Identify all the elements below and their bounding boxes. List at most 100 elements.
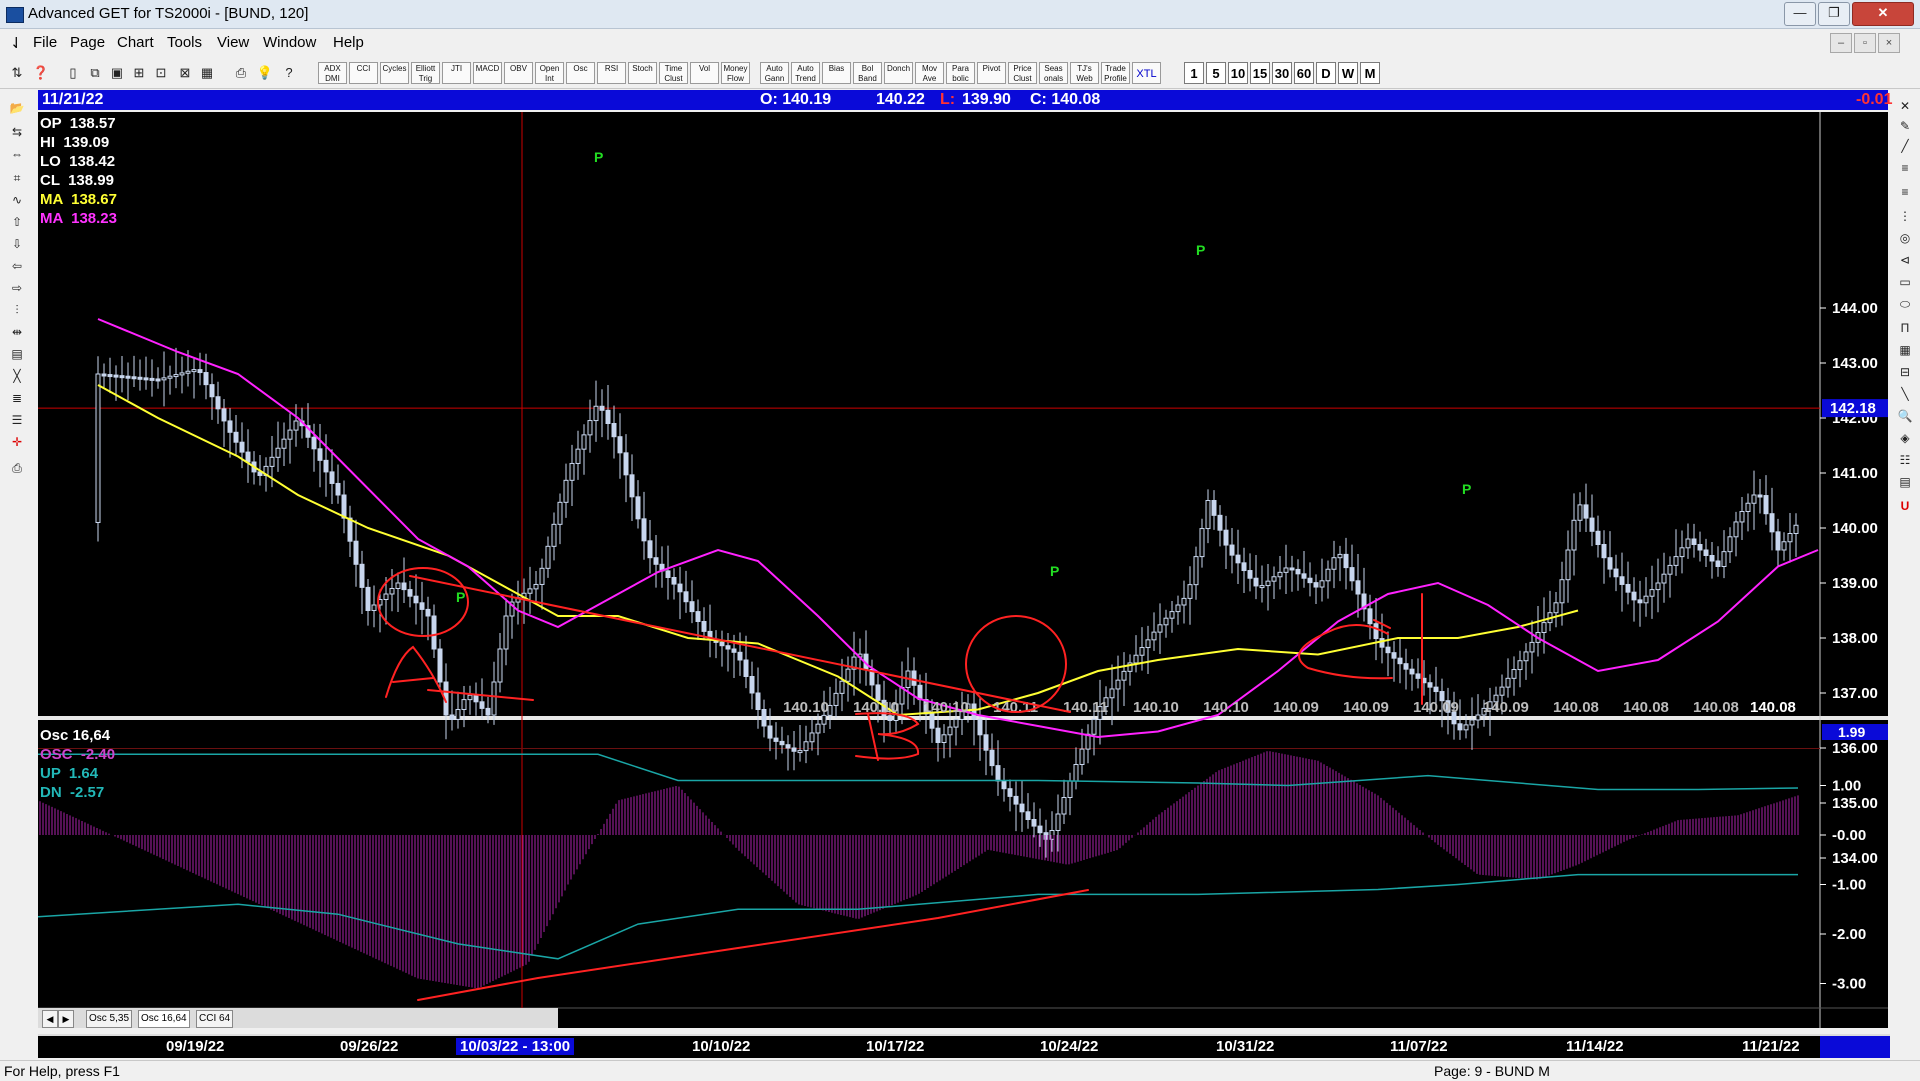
compare-icon[interactable]: ⊡ [152,63,170,83]
timeframe-button-60[interactable]: 60 [1294,62,1314,84]
maximize-button[interactable]: ❐ [1818,2,1850,26]
copy-icon[interactable]: ⧉ [86,63,104,83]
timeframe-button-30[interactable]: 30 [1272,62,1292,84]
close-drawing-icon[interactable]: ✕ [1892,96,1918,116]
study-button-osc[interactable]: Osc [566,62,595,84]
study-button-vol[interactable]: Vol [690,62,719,84]
menu-page[interactable]: Page [70,34,105,51]
mdi-close-button[interactable]: × [1878,33,1900,53]
timeframe-button-1[interactable]: 1 [1184,62,1204,84]
study-button-jti[interactable]: JTI [442,62,471,84]
study-button-elliott-trig[interactable]: Elliott Trig [411,62,440,84]
study-button-bias[interactable]: Bias [822,62,851,84]
ellipse-icon[interactable]: ⬭ [1892,294,1918,314]
arrange-icon[interactable]: ⊞ [130,63,148,83]
fan-icon[interactable]: ⊲ [1892,250,1918,270]
fib-extension-icon[interactable]: ≡ [1892,182,1918,202]
table-icon[interactable]: ▤ [4,344,30,364]
study-button-auto-gann[interactable]: Auto Gann [760,62,789,84]
mob-icon[interactable]: ⊟ [1892,362,1918,382]
study-button-price-clust[interactable]: Price Clust [1008,62,1037,84]
close-button[interactable]: ✕ [1852,2,1914,26]
minimize-button[interactable]: — [1784,2,1816,26]
grid-icon[interactable]: ▦ [198,63,216,83]
channel-icon[interactable]: ▭ [1892,272,1918,292]
cycle-icon[interactable]: ◎ [1892,228,1918,248]
reset-icon[interactable]: ⇔ [4,144,30,164]
fib-icon[interactable]: ☰ [4,410,30,430]
study-button-open-int[interactable]: Open Int [535,62,564,84]
paint-icon[interactable]: ◈ [1892,428,1918,448]
help-pointer-icon[interactable]: ? [280,63,298,83]
menu-tools[interactable]: Tools [167,34,202,51]
bars-icon[interactable]: ⫶ [4,300,30,320]
printer-icon[interactable]: ⎙ [4,458,30,478]
fib-retracement-icon[interactable]: ≡ [1892,158,1918,178]
tab-scroll-left-icon[interactable]: ◀ [42,1010,58,1028]
context-help-icon[interactable]: ❓ [32,63,50,83]
print-icon[interactable]: ⎙ [232,63,250,83]
timeframe-button-m[interactable]: M [1360,62,1380,84]
fib-time-icon[interactable]: ⋮ [1892,206,1918,226]
study-button-cycles[interactable]: Cycles [380,62,409,84]
menu-view[interactable]: View [217,34,249,51]
tab-cci-64[interactable]: CCI 64 [196,1010,234,1028]
study-button-trade-profile[interactable]: Trade Profile [1101,62,1130,84]
menu-doc-icon[interactable]: ⇃ [10,34,23,52]
study-button-time-clust[interactable]: Time Clust [659,62,688,84]
panel-icon[interactable]: ▤ [1892,472,1918,492]
magnify-icon[interactable]: 🔍 [1892,406,1918,426]
study-button-para-bolic[interactable]: Para bolic [946,62,975,84]
crosshair-icon[interactable]: ✛ [4,432,30,452]
study-button-auto-trend[interactable]: Auto Trend [791,62,820,84]
tab-scroll-right-icon[interactable]: ▶ [58,1010,74,1028]
line-tool-icon[interactable]: ╱ [1892,136,1918,156]
study-button-pivot[interactable]: Pivot [977,62,1006,84]
study-button-bol-band[interactable]: Bol Band [853,62,882,84]
study-button-obv[interactable]: OBV [504,62,533,84]
arrow-right-icon[interactable]: ⇨ [4,278,30,298]
timeframe-button-15[interactable]: 15 [1250,62,1270,84]
study-button-money-flow[interactable]: Money Flow [721,62,750,84]
arrow-down-icon[interactable]: ⇩ [4,234,30,254]
zoom-tools-icon[interactable]: ⇆ [4,122,30,142]
arrow-up-icon[interactable]: ⇧ [4,212,30,232]
study-button-donch[interactable]: Donch [884,62,913,84]
delete-icon[interactable]: ⊠ [176,63,194,83]
study-button-adx-dmi[interactable]: ADX DMI [318,62,347,84]
study-button-mov-ave[interactable]: Mov Ave [915,62,944,84]
new-file-icon[interactable]: ▯ [64,63,82,83]
pti-icon[interactable]: Π [1892,318,1918,338]
menu-window[interactable]: Window [263,34,316,51]
pointer-icon[interactable]: ⇅ [8,63,26,83]
study-button-macd[interactable]: MACD [473,62,502,84]
lines-icon[interactable]: ╳ [4,366,30,386]
mdi-minimize-button[interactable]: – [1830,33,1852,53]
list-icon[interactable]: ☷ [1892,450,1918,470]
timeframe-button-w[interactable]: W [1338,62,1358,84]
study-button-tj-s-web[interactable]: TJ's Web [1070,62,1099,84]
elliott-icon[interactable]: ∿ [4,190,30,210]
magnet-icon[interactable]: U [1892,496,1918,516]
study-button-xtl[interactable]: XTL [1132,62,1161,84]
menu-help[interactable]: Help [333,34,364,51]
arrow-left-icon[interactable]: ⇦ [4,256,30,276]
chart-area[interactable]: 144.00 143.00 142.00 141.00 140.00 139.00 138.… [38,112,1888,1028]
timeframe-button-5[interactable]: 5 [1206,62,1226,84]
tab-osc-16-64[interactable]: Osc 16,64 [138,1010,190,1028]
study-button-rsi[interactable]: RSI [597,62,626,84]
menu-chart[interactable]: Chart [117,34,154,51]
mdi-restore-button[interactable]: ▫ [1854,33,1876,53]
pencil-icon[interactable]: ✎ [1892,116,1918,136]
timeframe-button-d[interactable]: D [1316,62,1336,84]
study-button-stoch[interactable]: Stoch [628,62,657,84]
line-draw-icon[interactable]: ╲ [1892,384,1918,404]
expand-icon[interactable]: ⇹ [4,322,30,342]
lightbulb-icon[interactable]: 💡 [256,63,274,83]
study-icon[interactable]: ⌗ [4,168,30,188]
folder-open-icon[interactable]: 📂 [4,98,30,118]
study-button-cci[interactable]: CCI [349,62,378,84]
window-icon[interactable]: ▣ [108,63,126,83]
timeframe-button-10[interactable]: 10 [1228,62,1248,84]
grid-tool-icon[interactable]: ▦ [1892,340,1918,360]
